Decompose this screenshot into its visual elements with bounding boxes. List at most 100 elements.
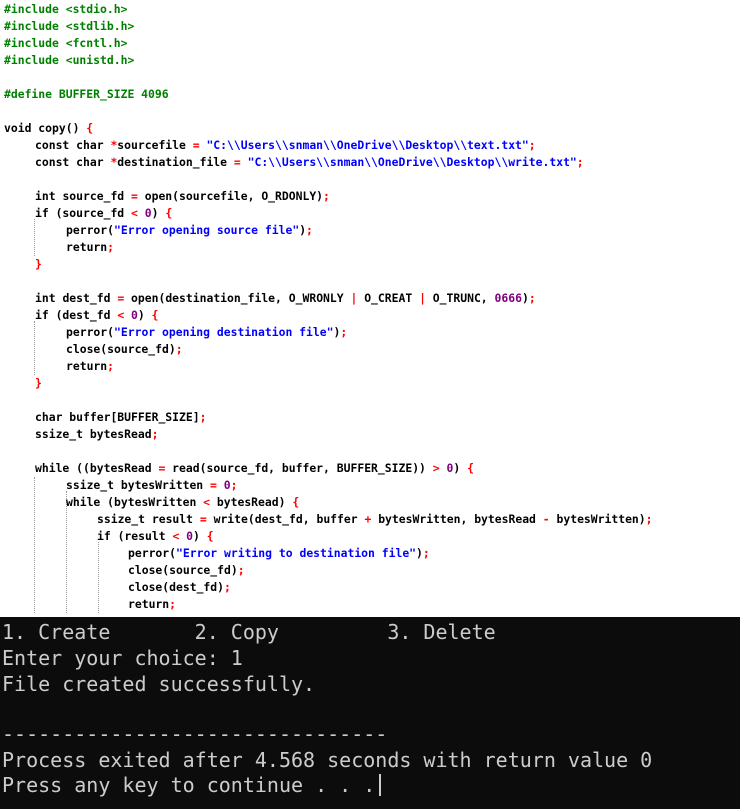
code-token: ; [422,546,430,560]
code-token: destination_file [117,155,234,169]
code-token: char [35,410,70,424]
console-window[interactable]: 1. Create 2. Copy 3. Delete Enter your c… [0,617,740,809]
code-token: ssize_t bytesRead [35,427,152,441]
code-token: | [419,291,433,305]
code-token: while [35,461,77,475]
code-token: ) [151,206,166,220]
console-prompt-line: Enter your choice: 1 [2,646,243,670]
code-line: #define BUFFER_SIZE 4096 [4,86,169,103]
code-line: return; [66,239,114,256]
code-line: } [35,375,42,392]
code-token: = [192,138,207,152]
code-token: if [35,206,56,220]
code-token: > [432,461,447,475]
code-token: < [117,308,132,322]
code-token: { [292,495,300,509]
code-line: #include <stdlib.h> [4,18,134,35]
code-token: sourcefile [117,138,193,152]
code-token: ; [576,155,584,169]
code-token: (bytesWritten [107,495,204,509]
code-token: (source_fd [55,206,132,220]
code-line: perror("Error opening destination file")… [66,324,347,341]
code-token: return [66,359,108,373]
code-token: "Error opening destination file" [114,325,334,339]
code-line: close(source_fd); [128,562,245,579]
code-token: ) [453,461,468,475]
code-token: if [35,308,56,322]
code-token: = [117,291,132,305]
code-line: #include <unistd.h> [4,52,134,69]
code-token: bytesWritten) [556,512,646,526]
indent-guide [34,218,35,256]
code-token: close(source_fd) [66,342,176,356]
code-token: int [35,291,63,305]
code-token: } [35,257,42,271]
code-token: ; [199,410,207,424]
code-token: perror( [66,325,115,339]
code-line: while (bytesWritten < bytesRead) { [66,494,299,511]
code-token: return [66,240,108,254]
code-token: ; [528,138,536,152]
code-token: ; [107,240,115,254]
code-token: ) [521,291,529,305]
code-token: close(source_fd) [128,563,238,577]
code-line: const char *sourcefile = "C:\\Users\\snm… [35,137,536,154]
code-token: while [66,495,108,509]
code-line: return; [66,358,114,375]
code-token: { [151,308,159,322]
code-editor[interactable]: #include <stdio.h> #include <stdlib.h> #in… [0,0,740,617]
code-line: while ((bytesRead = read(source_fd, buff… [35,460,474,477]
code-token: open(destination_file, O_WRONLY [131,291,351,305]
indent-guide [98,541,99,613]
code-line: #include <fcntl.h> [4,35,127,52]
code-line: } [35,256,42,273]
code-token: | [350,291,365,305]
code-token: (dest_fd [55,308,118,322]
code-token: O_CREAT [364,291,420,305]
code-token: 0 [144,206,152,220]
code-token: ) [193,529,207,543]
indent-guide [34,320,35,375]
code-token: ; [645,512,653,526]
code-token: ; [306,223,313,237]
code-token: } [35,376,42,390]
console-exit-message: Process exited after 4.568 seconds with … [2,748,653,772]
code-token: "Error writing to destination file" [176,546,417,560]
code-token: #define BUFFER_SIZE 4096 [4,87,169,101]
code-token: ssize_t result [97,512,200,526]
code-line: if (dest_fd < 0) { [35,307,158,324]
console-continue-line: Press any key to continue . . . [2,772,382,798]
code-token: ; [175,342,183,356]
code-token: #include <stdio.h> [4,2,128,16]
code-line: close(source_fd); [66,341,183,358]
console-continue-prompt: Press any key to continue . . . [2,773,376,797]
code-token: (result [117,529,173,543]
code-token: 0 [223,478,231,492]
code-token: = [158,461,173,475]
code-token: = [210,478,224,492]
code-token: { [86,121,94,135]
code-token: ; [107,359,115,373]
text-cursor [379,774,382,796]
code-line: if (source_fd < 0) { [35,205,172,222]
code-token: #include <fcntl.h> [4,36,128,50]
code-token: ; [224,580,231,594]
code-token: buffer[BUFFER_SIZE] [69,410,200,424]
code-line: int source_fd = open(sourcefile, O_RDONL… [35,188,330,205]
code-token: ; [340,325,348,339]
code-token: 0 [131,308,138,322]
code-line: if (result < 0) { [97,528,214,545]
code-token: perror( [66,223,115,237]
code-token: < [131,206,145,220]
code-token: read(source_fd, buffer, BUFFER_SIZE)) [172,461,433,475]
code-line: ssize_t bytesWritten = 0; [66,477,237,494]
code-token: { [206,529,214,543]
code-token: ) [416,546,423,560]
code-token: < [172,529,187,543]
code-line: return; [128,596,176,613]
console-menu-line: 1. Create 2. Copy 3. Delete [2,620,496,644]
code-token: ; [230,478,238,492]
code-line: int dest_fd = open(destination_file, O_W… [35,290,536,307]
code-line: void copy() { [4,120,93,137]
code-line: perror("Error opening source file"); [66,222,313,239]
